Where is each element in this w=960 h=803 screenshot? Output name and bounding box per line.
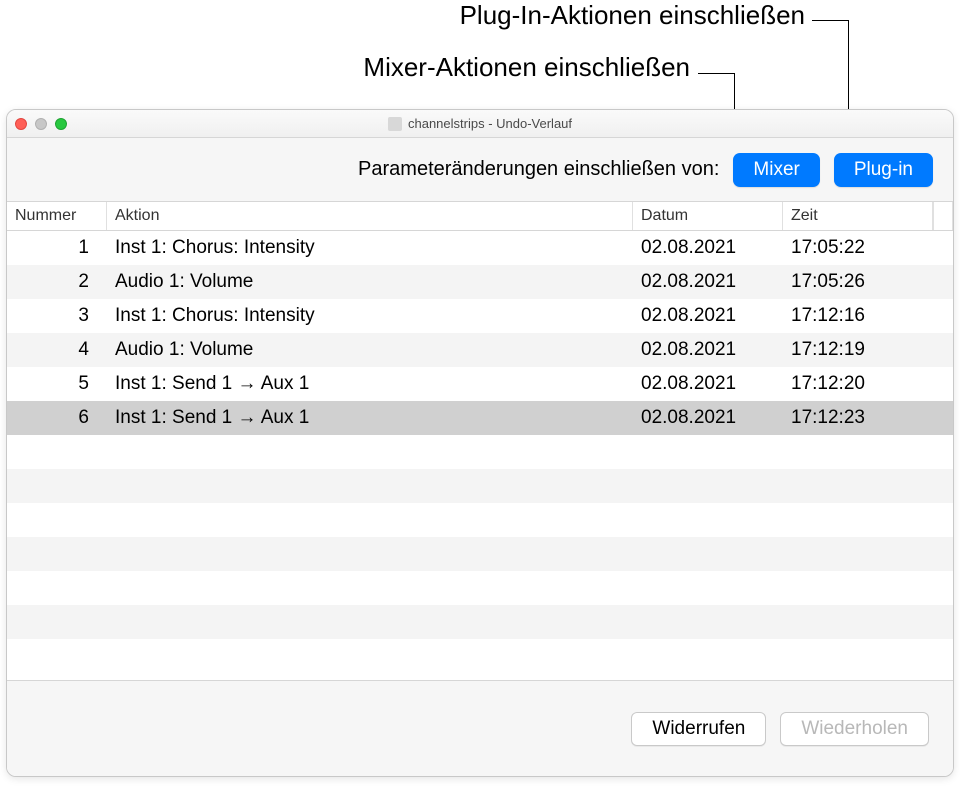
column-action[interactable]: Aktion [107,202,633,230]
document-icon [388,117,402,131]
cell-time: 17:12:20 [783,373,933,395]
close-window-button[interactable] [15,118,27,130]
cell-date: 02.08.2021 [633,373,783,395]
table-row[interactable]: 6Inst 1: Send 1 → Aux 102.08.202117:12:2… [7,401,953,435]
empty-row [7,537,953,571]
annotation-plugin: Plug-In-Aktionen einschließen [345,0,805,31]
cell-action: Inst 1: Send 1 → Aux 1 [107,407,633,429]
table-body[interactable]: 1Inst 1: Chorus: Intensity02.08.202117:0… [7,231,953,680]
empty-row [7,639,953,673]
cell-date: 02.08.2021 [633,271,783,293]
undo-history-window: channelstrips - Undo-Verlauf Parameterän… [6,109,954,777]
cell-date: 02.08.2021 [633,237,783,259]
empty-row [7,605,953,639]
window-title: channelstrips - Undo-Verlauf [408,116,572,131]
cell-date: 02.08.2021 [633,339,783,361]
table-row[interactable]: 4Audio 1: Volume02.08.202117:12:19 [7,333,953,367]
table-header: Nummer Aktion Datum Zeit [7,202,953,231]
footer: Widerrufen Wiederholen [7,680,953,776]
cell-date: 02.08.2021 [633,305,783,327]
callout-line [812,20,848,21]
cell-action: Inst 1: Chorus: Intensity [107,237,633,259]
column-number[interactable]: Nummer [7,202,107,230]
redo-button[interactable]: Wiederholen [780,712,929,746]
annotation-mixer: Mixer-Aktionen einschließen [280,52,690,83]
empty-row [7,571,953,605]
column-spacer [933,202,953,230]
window-title-wrap: channelstrips - Undo-Verlauf [388,116,572,131]
cell-number: 5 [7,373,107,395]
table-row[interactable]: 2Audio 1: Volume02.08.202117:05:26 [7,265,953,299]
plugin-button[interactable]: Plug-in [834,153,933,187]
undo-button[interactable]: Widerrufen [631,712,766,746]
cell-action: Audio 1: Volume [107,271,633,293]
cell-number: 3 [7,305,107,327]
titlebar: channelstrips - Undo-Verlauf [7,110,953,138]
cell-time: 17:05:26 [783,271,933,293]
table-row[interactable]: 3Inst 1: Chorus: Intensity02.08.202117:1… [7,299,953,333]
column-time[interactable]: Zeit [783,202,933,230]
empty-row [7,503,953,537]
cell-number: 6 [7,407,107,429]
traffic-lights [15,118,67,130]
cell-time: 17:12:23 [783,407,933,429]
cell-time: 17:05:22 [783,237,933,259]
cell-number: 1 [7,237,107,259]
callout-line [698,73,734,74]
empty-row [7,469,953,503]
table-row[interactable]: 5Inst 1: Send 1 → Aux 102.08.202117:12:2… [7,367,953,401]
mixer-button[interactable]: Mixer [733,153,819,187]
cell-action: Audio 1: Volume [107,339,633,361]
toolbar: Parameteränderungen einschließen von: Mi… [7,138,953,202]
minimize-window-button[interactable] [35,118,47,130]
zoom-window-button[interactable] [55,118,67,130]
cell-time: 17:12:19 [783,339,933,361]
cell-number: 4 [7,339,107,361]
table-row[interactable]: 1Inst 1: Chorus: Intensity02.08.202117:0… [7,231,953,265]
cell-date: 02.08.2021 [633,407,783,429]
cell-action: Inst 1: Send 1 → Aux 1 [107,373,633,395]
column-date[interactable]: Datum [633,202,783,230]
cell-action: Inst 1: Chorus: Intensity [107,305,633,327]
cell-time: 17:12:16 [783,305,933,327]
cell-number: 2 [7,271,107,293]
empty-row [7,435,953,469]
toolbar-label: Parameteränderungen einschließen von: [358,158,719,181]
